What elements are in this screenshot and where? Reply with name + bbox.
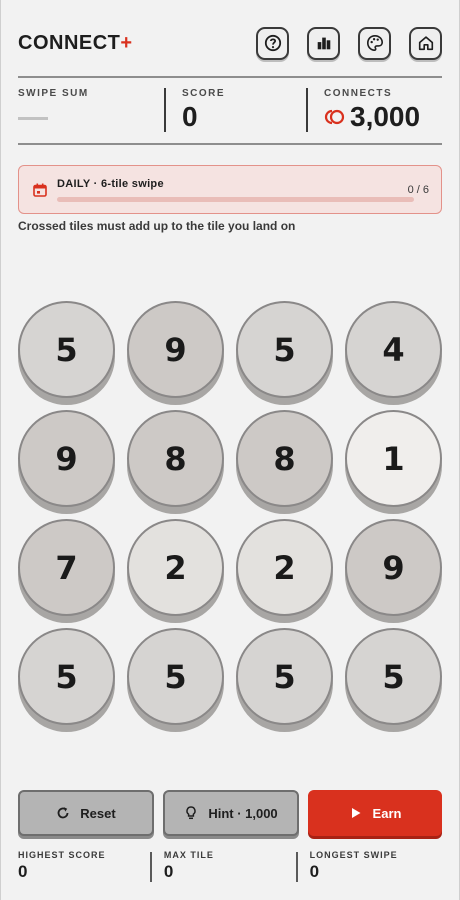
tile[interactable]: 2 <box>236 519 333 616</box>
tile[interactable]: 2 <box>127 519 224 616</box>
tile[interactable]: 8 <box>127 410 224 507</box>
footer-divider <box>296 852 298 882</box>
highest-score-label: HIGHEST SCORE <box>18 850 106 860</box>
stats-button[interactable] <box>307 26 340 60</box>
highest-score-value: 0 <box>18 862 28 881</box>
hint-button[interactable]: Hint · 1,000 <box>163 790 299 836</box>
longest-swipe-stat: LONGEST SWIPE 0 <box>310 850 442 886</box>
daily-progress-count: 0 / 6 <box>407 184 429 196</box>
swipe-sum-label: SWIPE SUM <box>18 88 89 99</box>
reset-label: Reset <box>80 805 116 821</box>
swipe-sum-stat: SWIPE SUM <box>18 78 164 143</box>
connects-balance: 3,000 <box>324 101 442 133</box>
tile[interactable]: 5 <box>127 628 224 725</box>
help-icon <box>264 34 281 52</box>
max-tile-stat: MAX TILE 0 <box>164 850 296 886</box>
game-board: 5954988172295555 <box>18 301 442 725</box>
tile[interactable]: 5 <box>345 628 442 725</box>
score-value: 0 <box>182 101 198 132</box>
app-logo: CONNECT+ <box>18 32 133 55</box>
earn-label: Earn <box>372 805 402 821</box>
reset-icon <box>57 807 69 819</box>
footer-stats: HIGHEST SCORE 0 MAX TILE 0 LONGEST SWIPE… <box>18 850 442 886</box>
connects-label: CONNECTS <box>324 88 393 99</box>
brand-plus: + <box>120 31 133 54</box>
hint-label: Hint · 1,000 <box>208 805 278 821</box>
reset-button[interactable]: Reset <box>18 790 154 836</box>
swipe-sum-empty-dash <box>18 117 48 120</box>
tile[interactable]: 5 <box>18 628 115 725</box>
calendar-icon <box>33 183 47 197</box>
tile[interactable]: 1 <box>345 410 442 507</box>
action-bar: Reset Hint · 1,000 Earn <box>18 790 442 838</box>
palette-icon <box>366 34 383 52</box>
help-button[interactable] <box>256 26 289 60</box>
stats-bar: SWIPE SUM SCORE 0 CONNECTS 3,000 <box>18 76 442 145</box>
highest-score-stat: HIGHEST SCORE 0 <box>18 850 150 886</box>
home-button[interactable] <box>409 26 442 60</box>
home-icon <box>418 36 433 51</box>
earn-button[interactable]: Earn <box>308 790 442 836</box>
connects-value: 3,000 <box>350 101 421 132</box>
max-tile-label: MAX TILE <box>163 850 214 860</box>
daily-title: DAILY · 6-tile swipe <box>57 178 164 190</box>
footer-divider <box>150 852 152 882</box>
connects-coin-icon <box>324 109 345 125</box>
connects-stat: CONNECTS 3,000 <box>308 78 442 143</box>
header-icons <box>256 26 442 60</box>
daily-progress-bar <box>57 197 414 202</box>
tile[interactable]: 8 <box>236 410 333 507</box>
tile[interactable]: 4 <box>345 301 442 398</box>
tile[interactable]: 9 <box>18 410 115 507</box>
lightbulb-icon <box>186 806 197 820</box>
tile[interactable]: 9 <box>345 519 442 616</box>
longest-swipe-label: LONGEST SWIPE <box>309 850 398 860</box>
score-stat: SCORE 0 <box>166 78 306 143</box>
score-label: SCORE <box>182 88 226 99</box>
daily-challenge-card[interactable]: DAILY · 6-tile swipe 0 / 6 <box>18 165 442 214</box>
stats-icon <box>317 37 330 50</box>
tile[interactable]: 7 <box>18 519 115 616</box>
rule-text: Crossed tiles must add up to the tile yo… <box>18 219 296 233</box>
longest-swipe-value: 0 <box>309 862 320 881</box>
max-tile-value: 0 <box>163 862 174 881</box>
play-icon <box>351 808 361 818</box>
brand-name: CONNECT <box>18 31 121 54</box>
tile[interactable]: 5 <box>236 301 333 398</box>
header: CONNECT+ <box>18 26 442 60</box>
tile[interactable]: 5 <box>236 628 333 725</box>
theme-button[interactable] <box>358 26 391 60</box>
tile[interactable]: 9 <box>127 301 224 398</box>
tile[interactable]: 5 <box>18 301 115 398</box>
